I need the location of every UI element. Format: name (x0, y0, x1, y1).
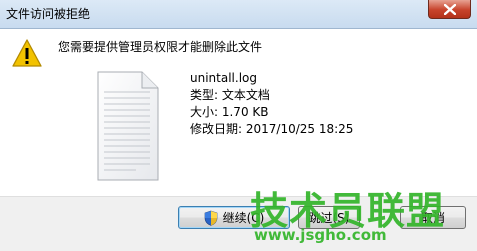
file-name: unintall.log (190, 71, 257, 85)
skip-button-label: 跳过(S) (308, 211, 350, 225)
text-document-icon (97, 71, 159, 181)
continue-button-label: 继续(C) (222, 211, 265, 225)
file-type: 类型: 文本文档 (190, 88, 270, 102)
continue-button[interactable]: 继续(C) (178, 206, 290, 229)
file-size: 大小: 1.70 KB (190, 105, 269, 119)
title-bar: 文件访问被拒绝 (0, 0, 477, 29)
window-title: 文件访问被拒绝 (6, 7, 91, 21)
uac-shield-icon (204, 210, 217, 226)
file-modified-date: 修改日期: 2017/10/25 18:25 (190, 122, 354, 136)
warning-icon (12, 39, 42, 67)
permission-message: 您需要提供管理员权限才能删除此文件 (58, 40, 263, 54)
skip-button[interactable]: 跳过(S) (298, 206, 360, 229)
close-icon (443, 3, 456, 15)
close-button[interactable] (428, 0, 471, 19)
file-details: unintall.log 类型: 文本文档 大小: 1.70 KB 修改日期: … (190, 70, 353, 138)
cancel-button-label: 取消 (420, 211, 445, 225)
cancel-button[interactable]: 取消 (400, 206, 466, 229)
